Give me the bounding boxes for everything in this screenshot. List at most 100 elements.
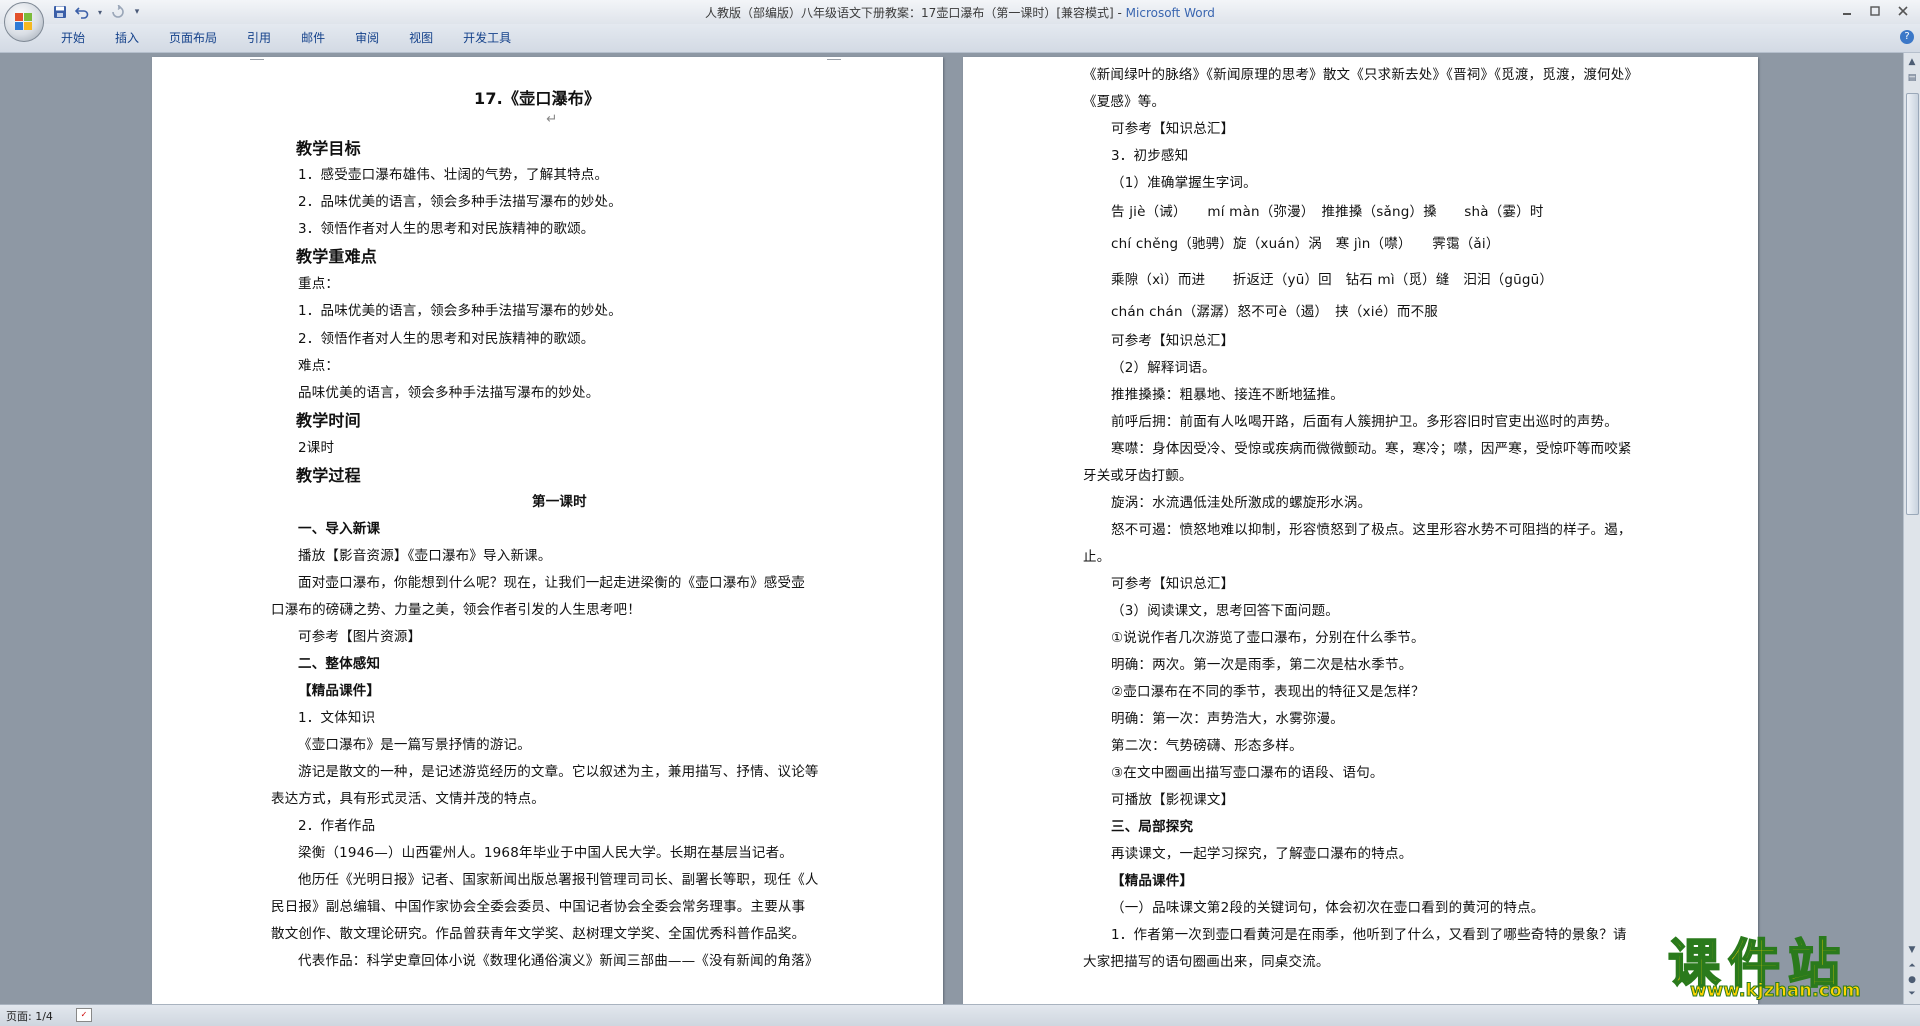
status-bar: 页面: 1/4 ✓ (0, 1004, 1920, 1026)
crop-mark (827, 57, 841, 60)
close-button[interactable] (1890, 2, 1916, 20)
explain-5: 怒不可遏：愤怒地难以抑制，形容愤怒到了极点。这里形容水势不可阻挡的样子。遏， (1111, 522, 1632, 538)
vocab-row-2: chí chěng（驰骋）旋（xuán）涡 寒 jìn（噤） 霁霭（ǎi） (1111, 236, 1500, 252)
explain-3: 寒噤：身体因受冷、受惊或疾病而微微颤动。寒，寒冷；噤，因严寒，受惊吓等而咬紧 (1111, 441, 1632, 457)
explain-5-cont: 止。 (1083, 549, 1111, 565)
maximize-button[interactable] (1862, 2, 1888, 20)
read-question-heading: （3）阅读课文，思考回答下面问题。 (1111, 603, 1339, 619)
answer-2a: 明确：第一次：声势浩大，水雾弥漫。 (1111, 711, 1344, 727)
question-3: ③在文中圈画出描写壶口瀑布的语段、语句。 (1111, 765, 1384, 781)
heading-time: 教学时间 (296, 411, 361, 430)
document-page-2[interactable]: 《新闻绿叶的脉络》《新闻原理的思考》散文《只求新去处》《晋祠》《觅渡，觅渡，渡何… (963, 57, 1758, 1004)
heading-key-points: 教学重难点 (296, 247, 378, 266)
document-area: 17.《壶口瀑布》 ↵ 教学目标 1．感受壶口瀑布雄伟、壮阔的气势，了解其特点。… (0, 53, 1904, 1004)
section-overview-heading: 二、整体感知 (298, 656, 381, 672)
difficulty-label: 难点： (298, 358, 340, 374)
vocab-row-3: 乘隙（xì）而进 折返迂（yū）回 钻石 mì（觅）缝 汩汩（gūgū） (1111, 272, 1554, 288)
heading-objectives: 教学目标 (296, 139, 361, 158)
question-1: ①说说作者几次游览了壶口瀑布，分别在什么季节。 (1111, 630, 1425, 646)
watermark-url: www.kjzhan.com (1690, 980, 1862, 1002)
tab-mailings[interactable]: 邮件 (288, 30, 342, 46)
page-count[interactable]: 页面: 1/4 (6, 1008, 53, 1024)
genre-line-2: 游记是散文的一种，是记述游览经历的文章。它以叙述为主，兼用描写、抒情、议论等 (298, 764, 819, 780)
window-title: 人教版（部编版）八年级语文下册教案：17壶口瀑布（第一课时）[兼容模式] - M… (0, 4, 1920, 21)
lesson-one-heading: 第一课时 (532, 494, 587, 510)
proofing-icon[interactable]: ✓ (76, 1008, 92, 1022)
author-line-4: 散文创作、散文理论研究。作品曾获青年文学奖、赵树理文学奖、全国优秀科普作品奖。 (271, 926, 806, 942)
ruler-toggle-icon[interactable]: ▤ (1905, 71, 1919, 85)
answer-1: 明确：两次。第一次是雨季，第二次是枯水季节。 (1111, 657, 1413, 673)
help-icon[interactable]: ? (1900, 30, 1914, 44)
author-line-3: 民日报》副总编辑、中国作家协会全委会委员、中国记者协会全委会常务理事。主要从事 (271, 899, 806, 915)
works-line-1: 《新闻绿叶的脉络》《新闻原理的思考》散文《只求新去处》《晋祠》《觅渡，觅渡，渡何… (1083, 67, 1639, 83)
play-video: 可播放【影视课文】 (1111, 792, 1235, 808)
watermark-logo: 课件站 www.kjzhan.com (1667, 922, 1908, 1006)
time-value: 2课时 (298, 440, 335, 456)
section-intro-heading: 一、导入新课 (298, 521, 381, 537)
tab-view[interactable]: 视图 (396, 30, 450, 46)
explain-2: 前呼后拥：前面有人吆喝开路，后面有人簇拥护卫。多形容旧时官吏出巡时的声势。 (1111, 414, 1618, 430)
author-heading: 2．作者作品 (298, 818, 376, 834)
vocab-heading: （1）准确掌握生字词。 (1111, 175, 1257, 191)
explain-4: 旋涡：水流遇低洼处所激成的螺旋形水涡。 (1111, 495, 1372, 511)
scrollbar-thumb[interactable] (1906, 93, 1919, 515)
objective-2: 2．品味优美的语言，领会多种手法描写瀑布的妙处。 (298, 194, 622, 210)
ref-image: 可参考【图片资源】 (298, 629, 422, 645)
heading-process: 教学过程 (296, 466, 361, 485)
title-bar: ▾ ▾ 人教版（部编版）八年级语文下册教案：17壶口瀑布（第一课时）[兼容模式]… (0, 0, 1920, 25)
tab-developer[interactable]: 开发工具 (450, 30, 528, 46)
crop-mark (250, 57, 264, 60)
genre-heading: 1．文体知识 (298, 710, 376, 726)
document-title: 人教版（部编版）八年级语文下册教案：17壶口瀑布（第一课时）[兼容模式] - (705, 6, 1126, 20)
works-line-2: 《夏感》等。 (1083, 94, 1166, 110)
question-2: ②壶口瀑布在不同的季节，表现出的特征又是怎样？ (1111, 684, 1425, 700)
key-point-1: 1．品味优美的语言，领会多种手法描写瀑布的妙处。 (298, 303, 622, 319)
quality-courseware-2: 【精品课件】 (1111, 873, 1194, 889)
paragraph-mark: ↵ (546, 111, 558, 127)
tab-page-layout[interactable]: 页面布局 (156, 30, 234, 46)
intro-line-3: 口瀑布的磅礴之势、力量之美，领会作者引发的人生思考吧！ (271, 602, 641, 618)
explain-3-cont: 牙关或牙齿打颤。 (1083, 468, 1193, 484)
key-point-2: 2．领悟作者对人生的思考和对民族精神的歌颂。 (298, 331, 595, 347)
explore-intro: 再读课文，一起学习探究，了解壶口瀑布的特点。 (1111, 846, 1413, 862)
tab-insert[interactable]: 插入 (102, 30, 156, 46)
document-page-1[interactable]: 17.《壶口瀑布》 ↵ 教学目标 1．感受壶口瀑布雄伟、壮阔的气势，了解其特点。… (152, 57, 943, 1004)
objective-3: 3．领悟作者对人生的思考和对民族精神的歌颂。 (298, 221, 595, 237)
window-controls (1834, 2, 1916, 20)
tab-review[interactable]: 审阅 (342, 30, 396, 46)
scroll-up-icon[interactable]: ▲ (1905, 55, 1919, 69)
answer-2b: 第二次：气势磅礴、形态多样。 (1111, 738, 1303, 754)
office-button[interactable] (4, 2, 44, 42)
doc-title: 17.《壶口瀑布》 (474, 89, 601, 108)
key-label: 重点： (298, 276, 340, 292)
intro-line-1: 播放【影音资源】《壶口瀑布》导入新课。 (298, 548, 552, 564)
ref-knowledge-3: 可参考【知识总汇】 (1111, 576, 1235, 592)
tab-home[interactable]: 开始 (48, 30, 102, 46)
app-name: Microsoft Word (1125, 6, 1215, 20)
minimize-button[interactable] (1834, 2, 1860, 20)
vocab-row-1: 告 jiè（诫） mí màn（弥漫） 推推搡（sǎng）搡 shà（霎）时 (1111, 204, 1544, 220)
first-reading-heading: 3．初步感知 (1111, 148, 1189, 164)
tab-references[interactable]: 引用 (234, 30, 288, 46)
genre-line-3: 表达方式，具有形式灵活、文情并茂的特点。 (271, 791, 545, 807)
objective-1: 1．感受壶口瀑布雄伟、壮阔的气势，了解其特点。 (298, 167, 609, 183)
genre-line-1: 《壶口瀑布》是一篇写景抒情的游记。 (298, 737, 531, 753)
author-line-5: 代表作品：科学史章回体小说《数理化通俗演义》新闻三部曲——《没有新闻的角落》 (298, 953, 819, 969)
author-line-2: 他历任《光明日报》记者、国家新闻出版总署报刊管理司司长、副署长等职，现任《人 (298, 872, 819, 888)
vertical-scrollbar[interactable]: ▲ ▤ ▼ ⏶ ● ⏷ (1903, 53, 1920, 1004)
explore-q1-cont: 大家把描写的语句圈画出来，同桌交流。 (1083, 954, 1330, 970)
quality-courseware: 【精品课件】 (298, 683, 381, 699)
ref-knowledge-2: 可参考【知识总汇】 (1111, 333, 1235, 349)
section-explore-heading: 三、局部探究 (1111, 819, 1194, 835)
explain-heading: （2）解释词语。 (1111, 360, 1216, 376)
author-line-1: 梁衡（1946—）山西霍州人。1968年毕业于中国人民大学。长期在基层当记者。 (298, 845, 794, 861)
office-logo-icon (15, 13, 33, 31)
ribbon: 开始 插入 页面布局 引用 邮件 审阅 视图 开发工具 ? (0, 24, 1920, 53)
explain-1: 推推搡搡：粗暴地、接连不断地猛推。 (1111, 387, 1344, 403)
difficulty-point: 品味优美的语言，领会多种手法描写瀑布的妙处。 (298, 385, 600, 401)
vocab-row-4: chán chán（潺潺）怒不可è（遏） 挟（xié）而不服 (1111, 304, 1439, 320)
explore-item-1: （一）品味课文第2段的关键词句，体会初次在壶口看到的黄河的特点。 (1111, 900, 1545, 916)
intro-line-2: 面对壶口瀑布，你能想到什么呢？现在，让我们一起走进梁衡的《壶口瀑布》感受壶 (298, 575, 805, 591)
ref-knowledge-1: 可参考【知识总汇】 (1111, 121, 1235, 137)
explore-q1: 1．作者第一次到壶口看黄河是在雨季，他听到了什么，又看到了哪些奇特的景象？请 (1111, 927, 1627, 943)
